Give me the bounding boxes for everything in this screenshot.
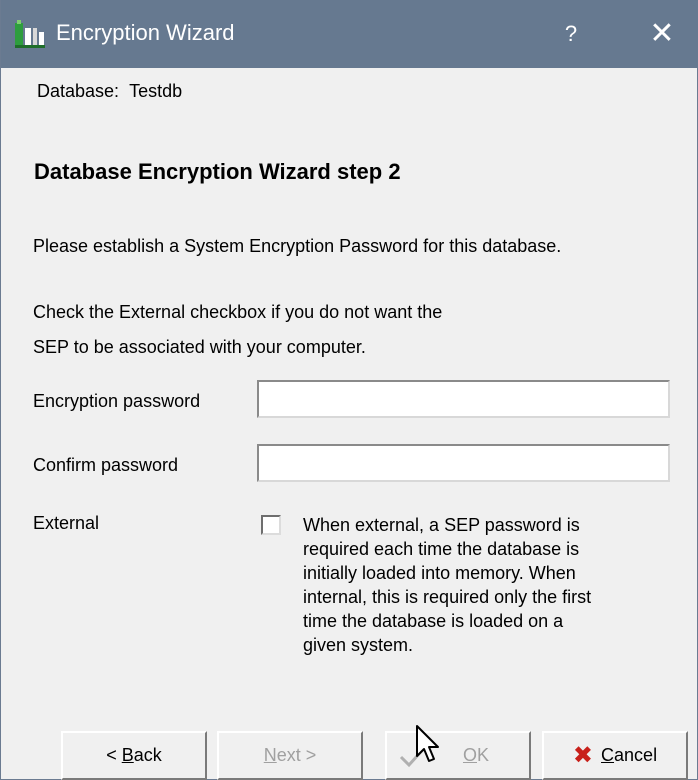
ok-button[interactable]: OK [385,731,531,780]
window-title: Encryption Wizard [56,20,235,45]
cancel-mnemonic: C [601,745,615,765]
external-checkbox[interactable] [261,515,281,535]
encryption-password-input[interactable] [257,380,670,418]
back-rest: ack [133,745,162,765]
database-name: Testdb [129,81,183,101]
app-icon [15,20,45,48]
mouse-pointer-icon [416,725,439,762]
cancel-x-icon: ✖ [572,742,594,770]
instruction-line-2: Check the External checkbox if you do no… [33,302,443,322]
cancel-button[interactable]: ✖ Cancel [542,731,688,780]
external-description-line: time the database is loaded on a [303,611,564,631]
back-mnemonic: B [121,745,134,765]
back-button[interactable]: < Back [61,731,207,780]
external-description-line: required each time the database is [303,539,580,559]
external-description-line: initially loaded into memory. When [303,563,576,583]
cancel-rest: ancel [614,745,658,765]
external-description-line: given system. [303,635,414,655]
encryption-password-label: Encryption password [33,391,201,411]
external-description-line: internal, this is required only the firs… [303,587,592,607]
next-button[interactable]: Next > [217,731,363,780]
database-label: Database: [37,81,120,101]
external-description: When external, a SEP password is require… [303,513,663,657]
title-bar[interactable]: Encryption Wizard ? ✕ [1,0,698,68]
help-button[interactable]: ? [549,14,593,54]
step-title: Database Encryption Wizard step 2 [34,159,401,184]
instruction-line-3: SEP to be associated with your computer. [33,337,366,357]
instruction-line-1: Please establish a System Encryption Pas… [33,236,562,256]
database-info: Database: Testdb [37,79,182,103]
close-button[interactable]: ✕ [637,14,687,54]
next-mnemonic: N [263,745,277,765]
external-description-line: When external, a SEP password is [303,515,580,535]
back-prefix: < [106,745,122,765]
confirm-password-input[interactable] [257,444,670,482]
encryption-wizard-dialog: Encryption Wizard ? ✕ Database: Testdb Da… [0,0,698,780]
ok-mnemonic: O [462,745,477,765]
next-rest: ext > [276,745,317,765]
confirm-password-label: Confirm password [33,455,179,475]
ok-rest: K [477,745,490,765]
external-label: External [33,513,100,533]
